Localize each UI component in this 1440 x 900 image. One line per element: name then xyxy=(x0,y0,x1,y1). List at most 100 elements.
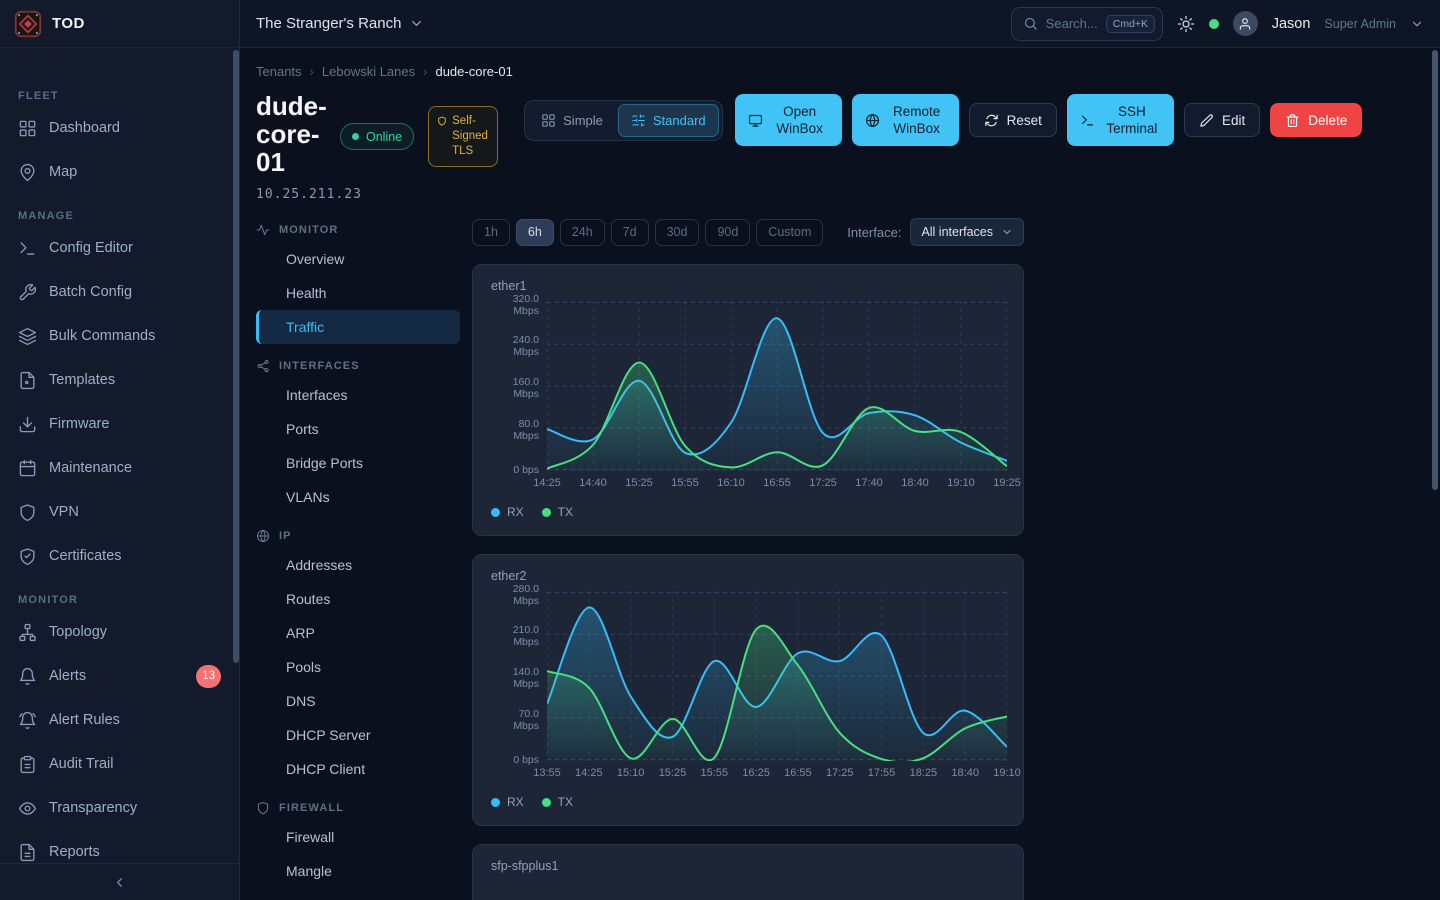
subnav-item-interfaces[interactable]: Interfaces xyxy=(256,378,460,412)
view-mode-simple[interactable]: Simple xyxy=(528,104,616,137)
y-axis-tick: 210.0Mbps xyxy=(513,624,539,648)
sidebar-scrollbar[interactable] xyxy=(233,50,239,663)
interface-label: Interface: xyxy=(847,225,901,240)
subnav-item-mangle[interactable]: Mangle xyxy=(256,854,460,888)
pencil-icon xyxy=(1199,113,1214,128)
y-axis-tick: 320.0Mbps xyxy=(513,293,539,317)
sidebar-item-label: VPN xyxy=(49,504,221,520)
online-status-badge: Online xyxy=(340,123,414,150)
breadcrumb-item[interactable]: Tenants xyxy=(256,64,302,79)
chart-card-ether1: ether1320.0Mbps240.0Mbps160.0Mbps80.0Mbp… xyxy=(472,264,1024,536)
sliders-icon xyxy=(631,113,646,128)
sidebar-item-audit-trail[interactable]: Audit Trail xyxy=(12,742,227,786)
globe-icon xyxy=(256,529,270,543)
subnav-item-bridge-ports[interactable]: Bridge Ports xyxy=(256,446,460,480)
x-axis-tick: 13:55 xyxy=(533,767,561,779)
avatar[interactable] xyxy=(1233,11,1258,36)
subnav-item-pools[interactable]: Pools xyxy=(256,650,460,684)
sidebar-item-dashboard[interactable]: Dashboard xyxy=(12,106,227,150)
sidebar-item-bulk-commands[interactable]: Bulk Commands xyxy=(12,314,227,358)
range-24h[interactable]: 24h xyxy=(560,219,605,246)
x-axis-tick: 17:40 xyxy=(855,477,883,489)
subnav-item-dns[interactable]: DNS xyxy=(256,684,460,718)
open-winbox-button[interactable]: Open WinBox xyxy=(735,94,842,146)
sidebar-item-alerts[interactable]: Alerts13 xyxy=(12,654,227,698)
sidebar-item-certificates[interactable]: Certificates xyxy=(12,534,227,578)
range-90d[interactable]: 90d xyxy=(705,219,750,246)
sidebar-item-vpn[interactable]: VPN xyxy=(12,490,227,534)
subnav-item-health[interactable]: Health xyxy=(256,276,460,310)
sidebar-collapse-button[interactable] xyxy=(0,863,239,900)
x-axis-tick: 15:10 xyxy=(617,767,645,779)
legend-label: RX xyxy=(507,505,524,519)
subnav-group-label: IP xyxy=(279,530,292,542)
shield-check-icon xyxy=(18,547,37,566)
view-mode-standard[interactable]: Standard xyxy=(618,104,719,137)
subnav-group-label: FIREWALL xyxy=(279,802,344,814)
terminal-icon xyxy=(1080,113,1095,128)
range-7d[interactable]: 7d xyxy=(611,219,649,246)
legend-tx: TX xyxy=(542,795,573,809)
legend-tx: TX xyxy=(542,505,573,519)
subnav-group-firewall: FIREWALL FirewallMangleAddr Lists xyxy=(256,796,460,900)
sidebar-item-firmware[interactable]: Firmware xyxy=(12,402,227,446)
edit-button[interactable]: Edit xyxy=(1184,103,1260,137)
breadcrumb-item[interactable]: Lebowski Lanes xyxy=(322,64,415,79)
interface-select[interactable]: All interfaces xyxy=(910,218,1024,246)
subnav-item-dhcp-server[interactable]: DHCP Server xyxy=(256,718,460,752)
delete-button[interactable]: Delete xyxy=(1270,103,1362,137)
subnav-item-vlans[interactable]: VLANs xyxy=(256,480,460,514)
topbar-main: The Stranger's Ranch Search... Cmd+K Jas… xyxy=(240,0,1440,47)
range-custom[interactable]: Custom xyxy=(756,219,823,246)
sidebar-item-label: Batch Config xyxy=(49,284,221,300)
theme-toggle-sun-icon[interactable] xyxy=(1177,15,1195,33)
page-scrollbar[interactable] xyxy=(1432,50,1438,490)
user-menu-chevron-down-icon[interactable] xyxy=(1410,17,1424,31)
chart-plot-row: 280.0Mbps210.0Mbps140.0Mbps70.0Mbps0 bps xyxy=(491,591,1005,761)
x-axis-tick: 19:25 xyxy=(993,477,1021,489)
sidebar-item-batch-config[interactable]: Batch Config xyxy=(12,270,227,314)
app-name: TOD xyxy=(52,15,85,32)
sidebar-item-label: Map xyxy=(49,164,221,180)
sidebar-item-alert-rules[interactable]: Alert Rules xyxy=(12,698,227,742)
status-dot xyxy=(1209,19,1219,29)
subnav-item-firewall[interactable]: Firewall xyxy=(256,820,460,854)
calendar-icon xyxy=(18,459,37,478)
subnav-item-ports[interactable]: Ports xyxy=(256,412,460,446)
sidebar-item-transparency[interactable]: Transparency xyxy=(12,786,227,830)
subnav-item-overview[interactable]: Overview xyxy=(256,242,460,276)
subnav-item-addr-lists[interactable]: Addr Lists xyxy=(256,888,460,900)
file-code-icon xyxy=(18,371,37,390)
search-input[interactable]: Search... Cmd+K xyxy=(1011,7,1163,41)
tenant-selector[interactable]: The Stranger's Ranch xyxy=(256,15,424,32)
ssh-terminal-button[interactable]: SSH Terminal xyxy=(1067,94,1174,146)
subnav-item-traffic[interactable]: Traffic xyxy=(256,310,460,344)
chevron-left-icon xyxy=(112,875,127,890)
subnav-item-addresses[interactable]: Addresses xyxy=(256,548,460,582)
sidebar-item-templates[interactable]: Templates xyxy=(12,358,227,402)
subnav-item-arp[interactable]: ARP xyxy=(256,616,460,650)
sidebar-item-label: Transparency xyxy=(49,800,221,816)
sidebar-item-topology[interactable]: Topology xyxy=(12,610,227,654)
main-content: Tenants›Lebowski Lanes›dude-core-01 dude… xyxy=(240,48,1440,900)
range-30d[interactable]: 30d xyxy=(655,219,700,246)
sidebar-item-label: Bulk Commands xyxy=(49,328,221,344)
app-logo-icon xyxy=(14,10,42,38)
device-subnav: MONITOROverviewHealthTrafficINTERFACESIn… xyxy=(256,218,472,900)
y-axis-tick: 160.0Mbps xyxy=(513,376,539,400)
reset-button[interactable]: Reset xyxy=(969,103,1057,137)
sidebar-item-config-editor[interactable]: Config Editor xyxy=(12,226,227,270)
remote-winbox-button[interactable]: Remote WinBox xyxy=(852,94,959,146)
y-axis-tick: 70.0Mbps xyxy=(513,708,539,732)
range-6h[interactable]: 6h xyxy=(516,219,554,246)
user-role: Super Admin xyxy=(1324,17,1396,31)
sidebar-item-maintenance[interactable]: Maintenance xyxy=(12,446,227,490)
subnav-item-routes[interactable]: Routes xyxy=(256,582,460,616)
sidebar-item-label: Alert Rules xyxy=(49,712,221,728)
subnav-group-monitor: MONITOROverviewHealthTraffic xyxy=(256,218,460,344)
subnav-item-dhcp-client[interactable]: DHCP Client xyxy=(256,752,460,786)
range-1h[interactable]: 1h xyxy=(472,219,510,246)
sidebar-item-map[interactable]: Map xyxy=(12,150,227,194)
breadcrumb-item: dude-core-01 xyxy=(435,64,512,79)
online-dot-icon xyxy=(352,133,359,140)
